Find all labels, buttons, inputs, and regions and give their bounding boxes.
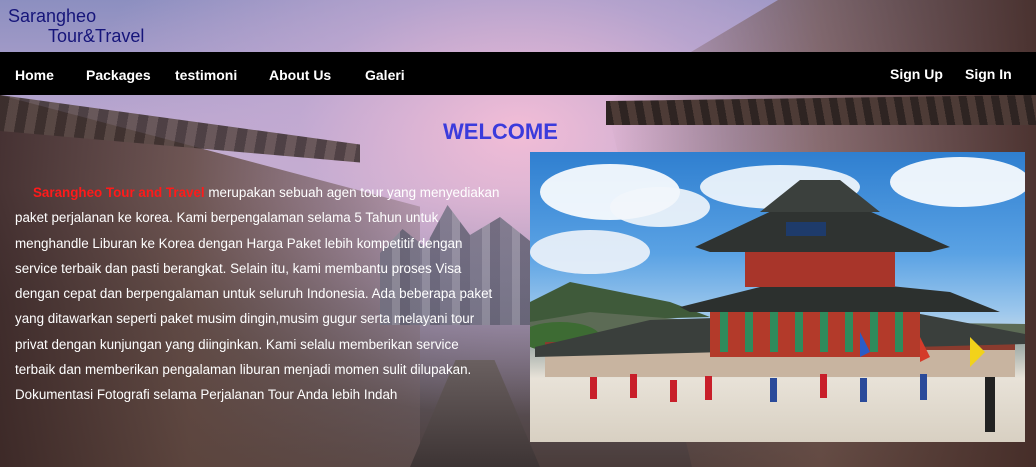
brand-name: Sarangheo Tour and Travel bbox=[33, 185, 205, 200]
sign-in-link[interactable]: Sign In bbox=[965, 52, 1012, 95]
palace-illustration bbox=[530, 157, 1025, 432]
site-logo[interactable]: Sarangheo Tour&Travel bbox=[8, 6, 144, 46]
logo-line-2: Tour&Travel bbox=[48, 26, 145, 46]
nav-galeri[interactable]: Galeri bbox=[365, 52, 405, 95]
nav-testimoni[interactable]: testimoni bbox=[175, 52, 237, 95]
main-navbar: Home Packages testimoni About Us Galeri … bbox=[0, 52, 1036, 95]
intro-paragraph: Sarangheo Tour and Travel merupakan sebu… bbox=[15, 180, 501, 408]
welcome-heading: WELCOME bbox=[443, 119, 558, 144]
palace-photo bbox=[530, 152, 1025, 442]
intro-text: merupakan sebuah agen tour yang menyedia… bbox=[15, 185, 500, 403]
logo-line-1: Sarangheo bbox=[8, 6, 97, 26]
sign-up-link[interactable]: Sign Up bbox=[890, 52, 943, 95]
nav-about-us[interactable]: About Us bbox=[269, 52, 331, 95]
nav-packages[interactable]: Packages bbox=[86, 52, 151, 95]
nav-home[interactable]: Home bbox=[15, 52, 54, 95]
